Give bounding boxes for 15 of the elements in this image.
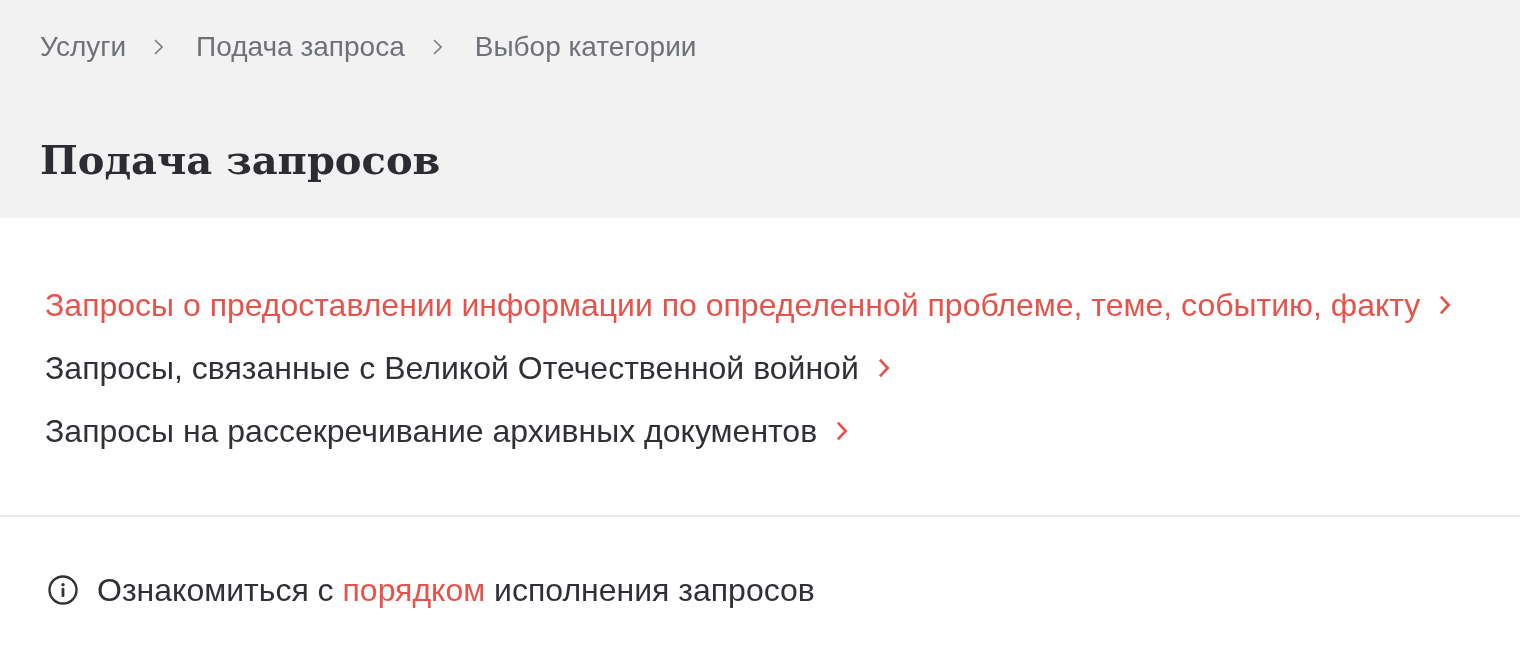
chevron-right-icon [836, 421, 849, 441]
category-link[interactable]: Запросы, связанные с Великой Отечественной войной [45, 348, 890, 388]
breadcrumb-link[interactable]: Подача запроса [196, 28, 405, 66]
breadcrumb-link[interactable]: Услуги [40, 28, 127, 66]
page-title: Подача запросов [40, 135, 441, 185]
info-icon [48, 575, 78, 605]
chevron-right-icon [1439, 295, 1452, 315]
category-link[interactable]: Запросы о предоставлении информации по определенной проблеме, теме, событию, факту [45, 285, 1452, 325]
chevron-right-icon [432, 39, 442, 55]
breadcrumb-current: Выбор категории [474, 30, 697, 64]
procedure-link[interactable]: порядком [342, 572, 486, 608]
chevron-right-icon [877, 358, 890, 378]
info-text: Ознакомиться с порядком исполнения запросов [97, 571, 815, 610]
category-link[interactable]: Запросы на рассекречивание архивных документов [45, 411, 849, 451]
chevron-right-icon [154, 39, 164, 55]
